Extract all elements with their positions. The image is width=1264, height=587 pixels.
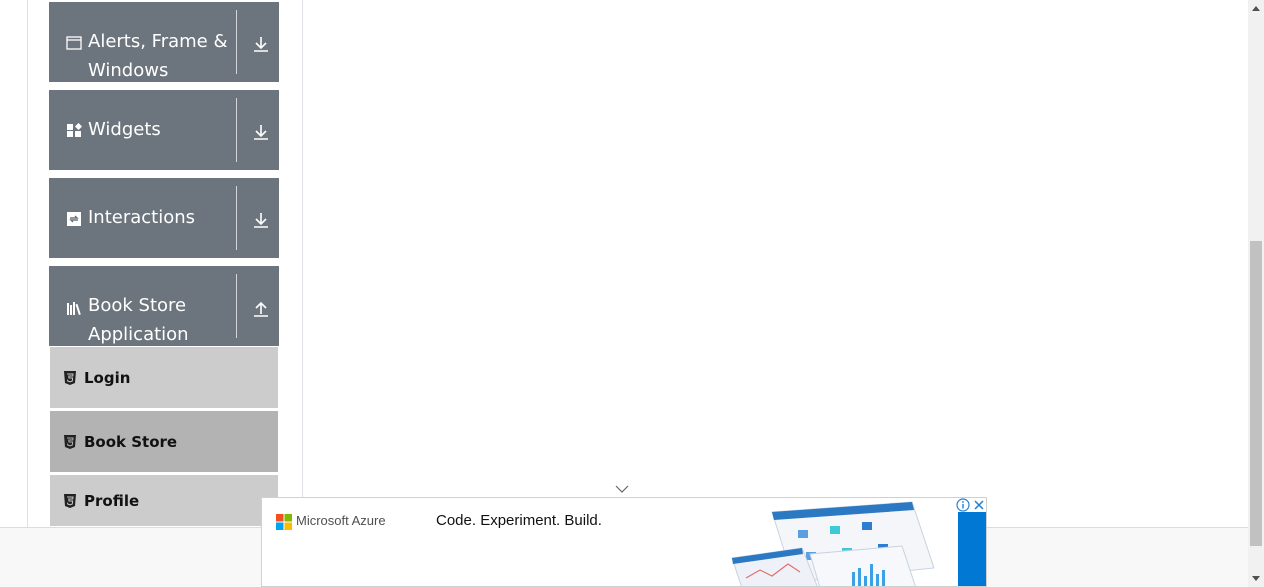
group-interactions[interactable]: Interactions bbox=[49, 178, 279, 258]
arrow-down-icon[interactable] bbox=[251, 34, 271, 54]
group-alerts-frame-windows[interactable]: Alerts, Frame & Windows bbox=[49, 2, 279, 82]
group-title: Widgets bbox=[88, 119, 161, 140]
group-title: Interactions bbox=[88, 207, 196, 228]
interactions-icon bbox=[67, 212, 81, 226]
arrow-down-icon[interactable] bbox=[251, 122, 271, 142]
vertical-scrollbar[interactable] bbox=[1248, 0, 1264, 587]
dashboard-screens-image bbox=[731, 501, 935, 586]
menu-item-book-store[interactable]: Book Store bbox=[49, 410, 279, 473]
widgets-icon bbox=[67, 123, 82, 137]
group-book-store-application[interactable]: Book Store Application bbox=[49, 266, 279, 346]
page: Alerts, Frame & Windows Widgets Interact… bbox=[0, 0, 1264, 587]
menu-item-label: Login bbox=[84, 368, 131, 387]
divider bbox=[236, 186, 237, 250]
menu-item-profile[interactable]: Profile bbox=[49, 474, 279, 527]
ad-tagline: Code. Experiment. Build. bbox=[436, 512, 602, 529]
divider bbox=[236, 274, 237, 338]
microsoft-logo-icon bbox=[276, 514, 292, 530]
html5-icon bbox=[64, 493, 76, 508]
html5-icon bbox=[64, 434, 76, 449]
book-store-icon bbox=[67, 302, 81, 316]
window-icon bbox=[66, 36, 82, 50]
ad-info-icon[interactable] bbox=[956, 498, 970, 512]
divider bbox=[236, 98, 237, 162]
menu-item-login[interactable]: Login bbox=[49, 346, 279, 409]
ad-close-icon[interactable] bbox=[972, 498, 986, 512]
menu-item-label: Profile bbox=[84, 491, 140, 510]
arrow-down-icon[interactable] bbox=[251, 210, 271, 230]
scroll-down-arrow-icon[interactable] bbox=[1248, 570, 1264, 587]
ad-brand: Microsoft Azure bbox=[296, 513, 386, 528]
menu-item-label: Book Store bbox=[84, 432, 178, 451]
scrollbar-thumb[interactable] bbox=[1250, 241, 1262, 546]
scroll-up-arrow-icon[interactable] bbox=[1248, 0, 1264, 17]
group-widgets[interactable]: Widgets bbox=[49, 90, 279, 170]
advertisement-banner[interactable]: Microsoft Azure Code. Experiment. Build. bbox=[261, 497, 987, 587]
arrow-up-icon[interactable] bbox=[251, 298, 271, 318]
group-title: Alerts, Frame & Windows bbox=[88, 31, 228, 81]
ad-accent-bar bbox=[958, 512, 986, 586]
group-title: Book Store Application bbox=[88, 295, 189, 345]
chevron-down-icon[interactable] bbox=[614, 483, 630, 495]
html5-icon bbox=[64, 370, 76, 385]
divider bbox=[236, 10, 237, 74]
